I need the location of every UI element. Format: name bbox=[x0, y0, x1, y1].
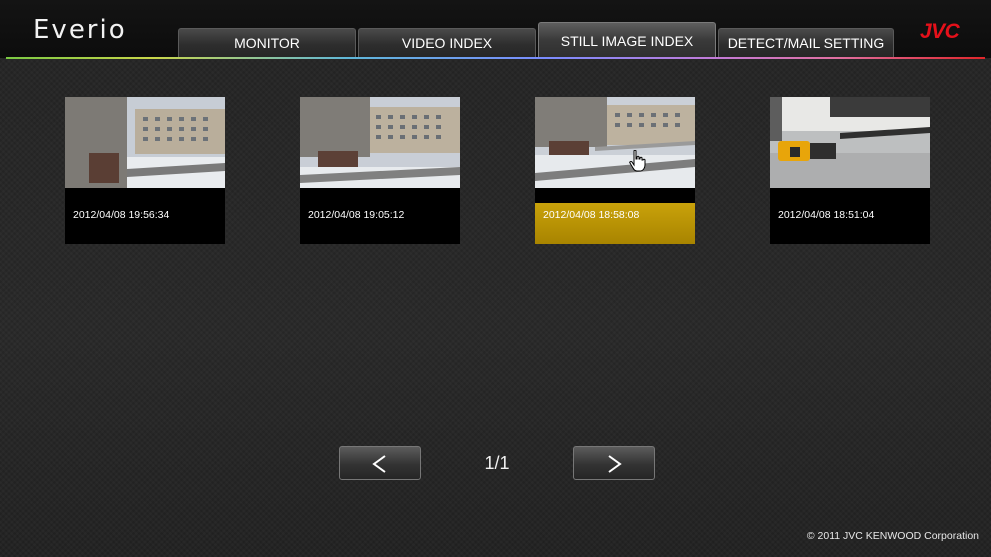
tab-detect-mail-setting[interactable]: DETECT/MAIL SETTING bbox=[718, 28, 894, 57]
chevron-right-icon bbox=[608, 455, 622, 473]
header-bar: Everio MONITOR VIDEO INDEX STILL IMAGE I… bbox=[0, 0, 991, 58]
hand-pointer-icon bbox=[629, 150, 646, 172]
photo-preview bbox=[65, 97, 225, 188]
chevron-left-icon bbox=[372, 455, 386, 473]
copyright-notice: © 2011 JVC KENWOOD Corporation bbox=[806, 530, 979, 542]
tab-still-image-index[interactable]: STILL IMAGE INDEX bbox=[538, 22, 716, 57]
photo-preview bbox=[300, 97, 460, 188]
brand-title: Everio bbox=[33, 15, 127, 45]
prev-page-button[interactable] bbox=[339, 446, 421, 480]
image-thumbnail[interactable]: 2012/04/08 19:05:12 bbox=[300, 97, 460, 244]
image-timestamp: 2012/04/08 19:05:12 bbox=[308, 209, 405, 221]
image-thumbnail[interactable]: 2012/04/08 19:56:34 bbox=[65, 97, 225, 244]
page-indicator: 1/1 bbox=[484, 453, 510, 473]
image-thumbnail[interactable]: 2012/04/08 18:58:08 bbox=[535, 97, 695, 244]
photo-preview bbox=[535, 97, 695, 188]
header-divider bbox=[6, 57, 985, 59]
image-timestamp: 2012/04/08 18:51:04 bbox=[778, 209, 875, 221]
jvc-logo: JVC bbox=[920, 20, 960, 43]
tab-video-index[interactable]: VIDEO INDEX bbox=[358, 28, 536, 57]
app-frame: Everio MONITOR VIDEO INDEX STILL IMAGE I… bbox=[0, 0, 991, 557]
image-timestamp: 2012/04/08 18:58:08 bbox=[543, 209, 640, 221]
photo-preview bbox=[770, 97, 930, 188]
image-timestamp: 2012/04/08 19:56:34 bbox=[73, 209, 170, 221]
next-page-button[interactable] bbox=[573, 446, 655, 480]
image-thumbnail[interactable]: 2012/04/08 18:51:04 bbox=[770, 97, 930, 244]
tab-monitor[interactable]: MONITOR bbox=[178, 28, 356, 57]
